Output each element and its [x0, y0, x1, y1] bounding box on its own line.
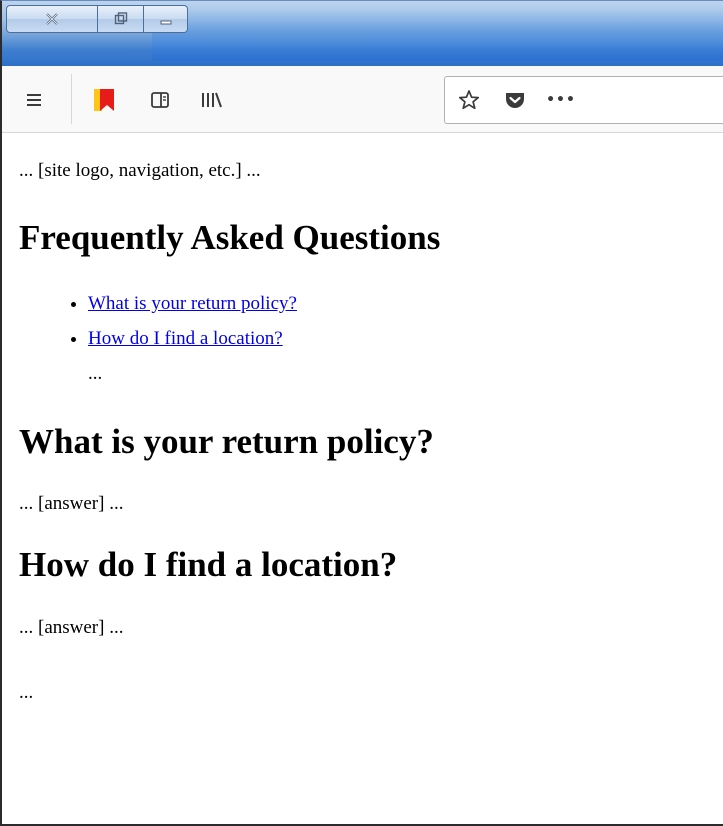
close-button[interactable] [6, 5, 98, 33]
browser-window: ••• ... [site logo, navigation, etc.] ..… [0, 0, 723, 826]
site-header-placeholder: ... [site logo, navigation, etc.] ... [19, 160, 261, 181]
list-ellipsis: ... [88, 363, 103, 384]
restore-button[interactable] [98, 5, 144, 33]
faq-link-find-location[interactable]: How do I find a location? [88, 328, 283, 349]
answer-find-location: ... [answer] ... [19, 617, 124, 638]
library-button[interactable] [196, 85, 226, 115]
list-item: How do I find a location? [88, 321, 719, 356]
section-heading-find-location: How do I find a location? [19, 545, 398, 584]
url-bar[interactable]: ••• [444, 76, 723, 124]
sidebar-button[interactable] [145, 85, 175, 115]
page-actions-button[interactable]: ••• [546, 85, 576, 115]
pocket-button[interactable] [500, 85, 530, 115]
faq-title: Frequently Asked Questions [19, 218, 441, 257]
navigation-toolbar: ••• [2, 66, 723, 133]
pocket-icon [506, 93, 524, 108]
page-content: ... [site logo, navigation, etc.] ... Fr… [19, 134, 719, 704]
menu-button[interactable] [19, 85, 49, 115]
star-icon [458, 90, 480, 110]
list-item: What is your return policy? [88, 286, 719, 321]
minimize-icon [160, 20, 171, 25]
minimize-button[interactable] [144, 5, 188, 33]
hamburger-menu-icon [27, 94, 41, 106]
footer-ellipsis: ... [19, 682, 34, 703]
toolbar-divider [71, 74, 72, 124]
close-icon [46, 13, 58, 25]
faq-link-list: What is your return policy? How do I fin… [19, 286, 719, 391]
bookmark-button[interactable] [89, 85, 119, 115]
faq-link-return-policy[interactable]: What is your return policy? [88, 293, 297, 314]
restore-icon [114, 12, 127, 25]
library-icon [202, 92, 222, 108]
sidebar-icon [151, 92, 169, 108]
title-bar [2, 1, 723, 66]
bookmark-ribbon-icon [94, 89, 114, 111]
section-heading-return-policy: What is your return policy? [19, 422, 434, 461]
answer-return-policy: ... [answer] ... [19, 493, 124, 514]
caption-buttons [6, 5, 188, 33]
bookmark-star-button[interactable] [454, 85, 484, 115]
more-icon: ••• [546, 92, 576, 108]
